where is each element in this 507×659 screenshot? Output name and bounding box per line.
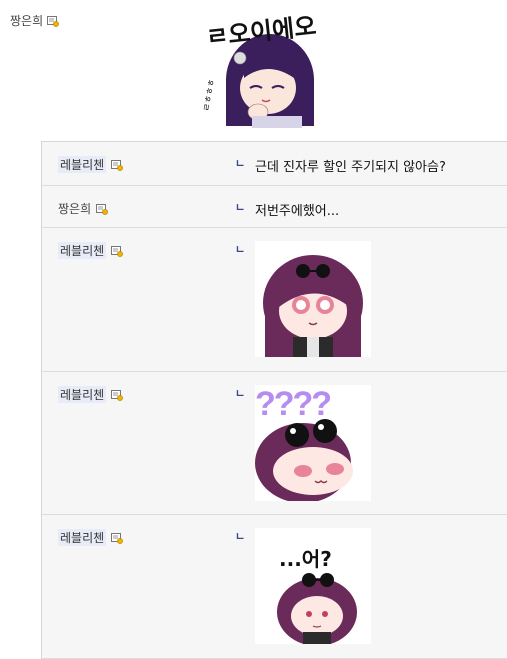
reply-item: 레블리첸 ㄴ ????: [42, 372, 507, 515]
reply-item: 짱은희 ㄴ 저번주에했어...: [42, 186, 507, 228]
gallery-member-icon: [111, 245, 124, 257]
reply-author[interactable]: 짱은희: [58, 200, 109, 217]
sticker-caption: ...어?: [279, 547, 332, 571]
reply-author[interactable]: 레블리첸: [58, 242, 124, 259]
reply-author[interactable]: 레블리첸: [58, 386, 124, 403]
gallery-member-icon: [111, 159, 124, 171]
author-name[interactable]: 짱은희: [58, 200, 91, 217]
reply-arrow-icon: ㄴ: [235, 387, 246, 400]
sticker-caption: ????: [255, 385, 330, 423]
sticker-image: [255, 241, 371, 357]
reply-list: 레블리첸 ㄴ 근데 진자루 할인 주기되지 않아슴? 짱은희 ㄴ 저번주에했어.…: [41, 141, 507, 659]
author-name[interactable]: 레블리첸: [58, 242, 107, 259]
author-name[interactable]: 레블리첸: [58, 386, 107, 403]
reply-arrow-icon: ㄴ: [235, 530, 246, 543]
gallery-member-icon: [96, 203, 109, 215]
reply-text: 근데 진자루 할인 주기되지 않아슴?: [255, 160, 446, 175]
gallery-member-icon: [111, 532, 124, 544]
reply-text: 저번주에했어...: [255, 204, 340, 219]
reply-item: 레블리첸 ㄴ ...어?: [42, 515, 507, 659]
sticker-image: ㄹ오이에오 ㄹㅎㅎㅎ: [202, 13, 316, 128]
reply-author[interactable]: 레블리첸: [58, 156, 124, 173]
author-name[interactable]: 레블리첸: [58, 529, 107, 546]
sticker-image: ...어?: [255, 528, 371, 644]
svg-text:ㄹㅎㅎㅎ: ㄹㅎㅎㅎ: [202, 78, 218, 112]
reply-item: 레블리첸 ㄴ 근데 진자루 할인 주기되지 않아슴?: [42, 142, 507, 186]
reply-item: 레블리첸 ㄴ: [42, 228, 507, 372]
gallery-member-icon: [47, 15, 60, 27]
gallery-member-icon: [111, 389, 124, 401]
comment-author[interactable]: 짱은희: [10, 12, 60, 29]
reply-arrow-icon: ㄴ: [235, 201, 246, 214]
sticker-caption: ㄹ오이에오: [205, 13, 316, 51]
reply-arrow-icon: ㄴ: [235, 243, 246, 256]
author-name[interactable]: 짱은희: [10, 12, 43, 29]
parent-comment: 짱은희 ㄹ오이에오 ㄹㅎㅎㅎ: [0, 0, 507, 130]
sticker-image: ????: [255, 385, 371, 501]
author-name[interactable]: 레블리첸: [58, 156, 107, 173]
reply-author[interactable]: 레블리첸: [58, 529, 124, 546]
reply-arrow-icon: ㄴ: [235, 157, 246, 170]
